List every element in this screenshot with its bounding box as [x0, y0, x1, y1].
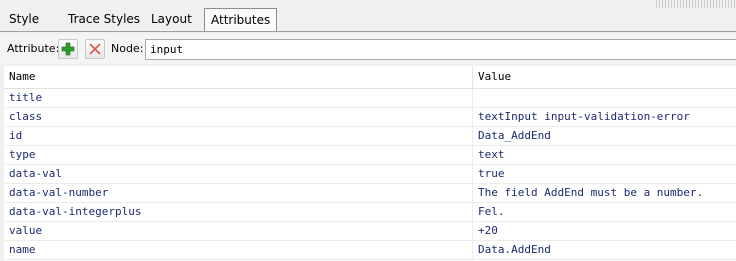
column-header-value[interactable]: Value — [473, 66, 736, 88]
remove-attribute-button[interactable] — [85, 39, 105, 59]
node-input[interactable] — [145, 39, 736, 60]
tab-trace-styles[interactable]: Trace Styles — [68, 8, 140, 30]
attribute-value-cell[interactable]: The field AddEnd must be a number. — [473, 184, 736, 202]
table-row[interactable]: data-val true — [4, 165, 736, 184]
attribute-name-cell: type — [4, 146, 473, 164]
attribute-value-cell[interactable]: Data.AddEnd — [473, 241, 736, 259]
x-icon — [89, 43, 101, 55]
tab-bar: Style Trace Styles Layout Attributes — [0, 0, 736, 34]
attribute-name-cell: id — [4, 127, 473, 145]
attribute-name-cell: value — [4, 222, 473, 240]
tab-style[interactable]: Style — [9, 8, 39, 30]
attribute-value-cell[interactable]: true — [473, 165, 736, 183]
tab-attributes[interactable]: Attributes — [204, 8, 278, 32]
attribute-name-cell: name — [4, 241, 473, 259]
attributes-grid: Name Value title class textInput input-v… — [4, 66, 736, 261]
table-row[interactable]: name Data.AddEnd — [4, 241, 736, 260]
add-attribute-button[interactable] — [58, 39, 78, 59]
attribute-value-cell[interactable]: textInput input-validation-error — [473, 108, 736, 126]
plus-icon — [61, 42, 75, 56]
attribute-label: Attribute: — [7, 42, 60, 55]
attribute-value-cell[interactable]: Data_AddEnd — [473, 127, 736, 145]
attribute-name-cell: data-val — [4, 165, 473, 183]
attribute-toolbar: Attribute: Node: — [0, 34, 736, 64]
attribute-name-cell: data-val-number — [4, 184, 473, 202]
grid-header: Name Value — [4, 66, 736, 89]
attribute-value-cell[interactable]: text — [473, 146, 736, 164]
attribute-value-cell[interactable] — [473, 89, 736, 107]
tab-bar-divider — [0, 31, 736, 32]
grid-rows: title class textInput input-validation-e… — [4, 89, 736, 260]
attribute-name-cell: data-val-integerplus — [4, 203, 473, 221]
node-label: Node: — [111, 42, 144, 55]
table-row[interactable]: id Data_AddEnd — [4, 127, 736, 146]
table-row[interactable]: class textInput input-validation-error — [4, 108, 736, 127]
attribute-value-cell[interactable]: +20 — [473, 222, 736, 240]
attribute-name-cell: title — [4, 89, 473, 107]
table-row[interactable]: data-val-integerplus Fel. — [4, 203, 736, 222]
column-header-name[interactable]: Name — [4, 66, 473, 88]
attribute-name-cell: class — [4, 108, 473, 126]
attribute-value-cell[interactable]: Fel. — [473, 203, 736, 221]
tab-layout[interactable]: Layout — [151, 8, 192, 30]
table-row[interactable]: title — [4, 89, 736, 108]
window-grip — [656, 0, 736, 8]
table-row[interactable]: type text — [4, 146, 736, 165]
table-row[interactable]: value +20 — [4, 222, 736, 241]
table-row[interactable]: data-val-number The field AddEnd must be… — [4, 184, 736, 203]
